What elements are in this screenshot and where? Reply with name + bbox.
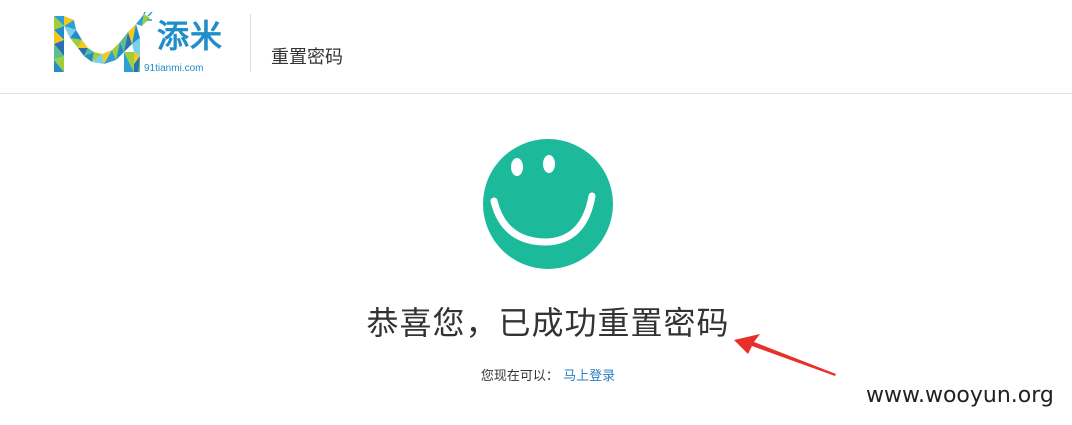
logo-m-mark-icon [54, 12, 153, 72]
page-title: 重置密码 [271, 47, 343, 68]
red-arrow-annotation-icon [734, 334, 836, 376]
login-link[interactable]: 马上登录 [563, 369, 615, 384]
site-logo[interactable]: 添米 91tianmi.com [54, 4, 234, 76]
logo-domain: 91tianmi.com [144, 63, 204, 74]
next-step-prompt: 您现在可以： [480, 369, 559, 384]
header-divider [250, 14, 251, 72]
site-header: 添米 91tianmi.com 重置密码 [0, 0, 1072, 94]
watermark: www.wooyun.org [866, 383, 1054, 408]
smiley-face-icon [483, 139, 613, 269]
logo-text: 添米 [157, 17, 224, 55]
success-heading: 恭喜您，已成功重置密码 [366, 304, 730, 342]
